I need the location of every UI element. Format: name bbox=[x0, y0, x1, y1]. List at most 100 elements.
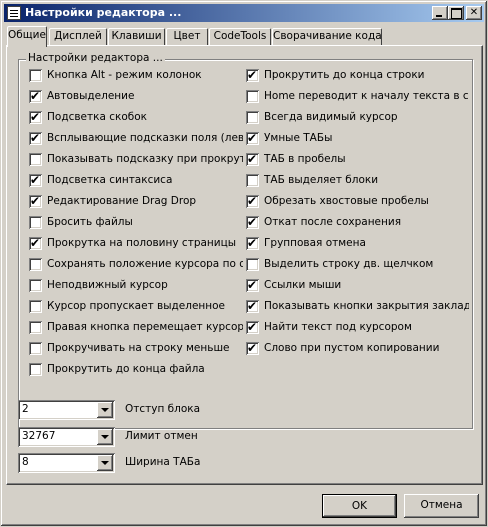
block-indent-value: 2 bbox=[22, 403, 29, 415]
checkbox[interactable]: ✔ bbox=[246, 131, 259, 145]
checkbox[interactable]: ✔ bbox=[29, 131, 42, 145]
tab-display[interactable]: Дисплей bbox=[49, 28, 107, 45]
tab-color[interactable]: Цвет bbox=[166, 28, 208, 45]
checkbox[interactable]: ✔ bbox=[29, 236, 42, 250]
checkbox-option[interactable]: Всегда видимый курсор bbox=[246, 110, 469, 126]
checkmark-icon: ✔ bbox=[247, 236, 258, 250]
checkbox-option[interactable]: ✔ Найти текст под курсором bbox=[246, 320, 469, 336]
checkbox-option[interactable]: Сохранять положение курсора по оси X bbox=[29, 257, 243, 273]
checkbox-option[interactable]: ✔ Слово при пустом копировании bbox=[246, 341, 469, 357]
undo-limit-value: 32767 bbox=[22, 430, 56, 442]
checkbox-option[interactable]: Кнопка Alt - режим колонок bbox=[29, 68, 243, 84]
checkmark-icon: ✔ bbox=[247, 320, 258, 334]
checkbox[interactable] bbox=[29, 153, 42, 166]
checkmark-icon: ✔ bbox=[247, 215, 258, 229]
block-indent-combo[interactable]: 2 bbox=[18, 400, 115, 420]
checkbox[interactable]: ✔ bbox=[29, 89, 42, 103]
checkbox[interactable] bbox=[29, 321, 42, 334]
title-bar[interactable]: Настройки редактора ... bbox=[4, 4, 484, 22]
checkbox-option[interactable]: ✔ Подсветка скобок bbox=[29, 110, 243, 126]
checkbox[interactable] bbox=[29, 69, 42, 82]
checkbox-label: ТАБ в пробелы bbox=[264, 153, 346, 165]
checkbox-option[interactable]: Home переводит к началу текста в строке bbox=[246, 89, 469, 105]
checkmark-icon: ✔ bbox=[247, 152, 258, 166]
checkbox-option[interactable]: ✔ Прокрутить до конца строки bbox=[246, 68, 469, 84]
checkbox[interactable] bbox=[29, 363, 42, 376]
group-title: Настройки редактора ... bbox=[26, 52, 165, 64]
chevron-down-icon[interactable] bbox=[97, 455, 113, 471]
checkbox-option[interactable]: Показывать подсказку при прокрутке bbox=[29, 152, 243, 168]
checkbox[interactable] bbox=[29, 279, 42, 292]
checkbox-option[interactable]: Прокрутить до конца файла bbox=[29, 362, 243, 378]
tab-codetools[interactable]: CodeTools bbox=[209, 28, 271, 45]
checkbox-label: Подсветка скобок bbox=[47, 111, 148, 123]
undo-limit-combo[interactable]: 32767 bbox=[18, 427, 115, 447]
checkbox[interactable] bbox=[246, 90, 259, 103]
minimize-icon[interactable] bbox=[432, 6, 448, 20]
checkbox[interactable]: ✔ bbox=[246, 341, 259, 355]
checkbox[interactable]: ✔ bbox=[246, 194, 259, 208]
checkbox-option[interactable]: Неподвижный курсор bbox=[29, 278, 243, 294]
checkbox-option[interactable]: ✔ Прокрутка на половину страницы bbox=[29, 236, 243, 252]
ok-button[interactable]: OK bbox=[322, 494, 397, 518]
checkbox-option[interactable]: ✔ Групповая отмена bbox=[246, 236, 469, 252]
checkbox[interactable]: ✔ bbox=[29, 173, 42, 187]
editor-settings-group: Настройки редактора ... Кнопка Alt - реж… bbox=[18, 52, 473, 429]
checkbox[interactable]: ✔ bbox=[246, 215, 259, 229]
checkbox[interactable]: ✔ bbox=[29, 194, 42, 208]
checkbox-option[interactable]: ✔ Ссылки мыши bbox=[246, 278, 469, 294]
tab-code-folding[interactable]: Сворачивание кода bbox=[272, 28, 382, 45]
checkbox-option[interactable]: ✔ Обрезать хвостовые пробелы bbox=[246, 194, 469, 210]
checkbox[interactable]: ✔ bbox=[246, 320, 259, 334]
tab-keys[interactable]: Клавиши bbox=[108, 28, 165, 45]
checkbox[interactable] bbox=[29, 300, 42, 313]
maximize-icon[interactable] bbox=[448, 6, 464, 20]
checkmark-icon: ✔ bbox=[247, 68, 258, 82]
checkbox[interactable] bbox=[29, 258, 42, 271]
checkbox[interactable]: ✔ bbox=[246, 68, 259, 82]
checkbox-option[interactable]: ✔ Откат после сохранения bbox=[246, 215, 469, 231]
checkbox-label: Правая кнопка перемещает курсор bbox=[47, 321, 243, 333]
tab-general[interactable]: Общие bbox=[7, 26, 47, 47]
checkmark-icon: ✔ bbox=[247, 278, 258, 292]
checkbox-option[interactable]: Правая кнопка перемещает курсор bbox=[29, 320, 243, 336]
checkbox[interactable]: ✔ bbox=[246, 152, 259, 166]
checkbox[interactable]: ✔ bbox=[29, 110, 42, 124]
chevron-down-icon[interactable] bbox=[97, 402, 113, 418]
checkbox-option[interactable]: ✔ Подсветка синтаксиса bbox=[29, 173, 243, 189]
checkbox-option[interactable]: ✔ Редактирование Drag Drop bbox=[29, 194, 243, 210]
checkbox-label: Редактирование Drag Drop bbox=[47, 195, 197, 207]
checkbox[interactable] bbox=[246, 258, 259, 271]
checkbox-label: Кнопка Alt - режим колонок bbox=[47, 69, 202, 81]
checkbox-option[interactable]: ✔ Автовыделение bbox=[29, 89, 243, 105]
checkbox-option[interactable]: Выделить строку дв. щелчком bbox=[246, 257, 469, 273]
window-app-icon[interactable] bbox=[7, 6, 21, 20]
checkbox-option[interactable]: ✔ Всплывающие подсказки поля (лев) bbox=[29, 131, 243, 147]
checkbox-option[interactable]: ✔ ТАБ в пробелы bbox=[246, 152, 469, 168]
checkbox-option[interactable]: ТАБ выделяет блоки bbox=[246, 173, 469, 189]
checkbox-label: Курсор пропускает выделенное bbox=[47, 300, 226, 312]
tab-width-value: 8 bbox=[22, 456, 29, 468]
checkbox-option[interactable]: Бросить файлы bbox=[29, 215, 243, 231]
checkmark-icon: ✔ bbox=[30, 131, 41, 145]
checkbox[interactable] bbox=[246, 111, 259, 124]
checkbox-option[interactable]: Прокручивать на строку меньше bbox=[29, 341, 243, 357]
checkbox[interactable]: ✔ bbox=[246, 299, 259, 313]
checkbox[interactable]: ✔ bbox=[246, 236, 259, 250]
close-icon[interactable] bbox=[466, 6, 482, 20]
checkbox-label: Бросить файлы bbox=[47, 216, 133, 228]
chevron-down-icon[interactable] bbox=[97, 429, 113, 445]
checkmark-icon: ✔ bbox=[247, 299, 258, 313]
checkbox-option[interactable]: Курсор пропускает выделенное bbox=[29, 299, 243, 315]
checkbox[interactable] bbox=[29, 216, 42, 229]
checkbox-option[interactable]: ✔ Показывать кнопки закрытия закладок bbox=[246, 299, 469, 315]
checkbox-option[interactable]: ✔ Умные ТАБы bbox=[246, 131, 469, 147]
checkbox[interactable] bbox=[246, 174, 259, 187]
cancel-button[interactable]: Отмена bbox=[404, 494, 479, 518]
checkmark-icon: ✔ bbox=[30, 236, 41, 250]
tab-width-combo[interactable]: 8 bbox=[18, 453, 115, 473]
checkbox-label: Прокрутка на половину страницы bbox=[47, 237, 237, 249]
checkbox-label: Прокрутить до конца файла bbox=[47, 363, 205, 375]
checkbox[interactable]: ✔ bbox=[246, 278, 259, 292]
checkbox[interactable] bbox=[29, 342, 42, 355]
